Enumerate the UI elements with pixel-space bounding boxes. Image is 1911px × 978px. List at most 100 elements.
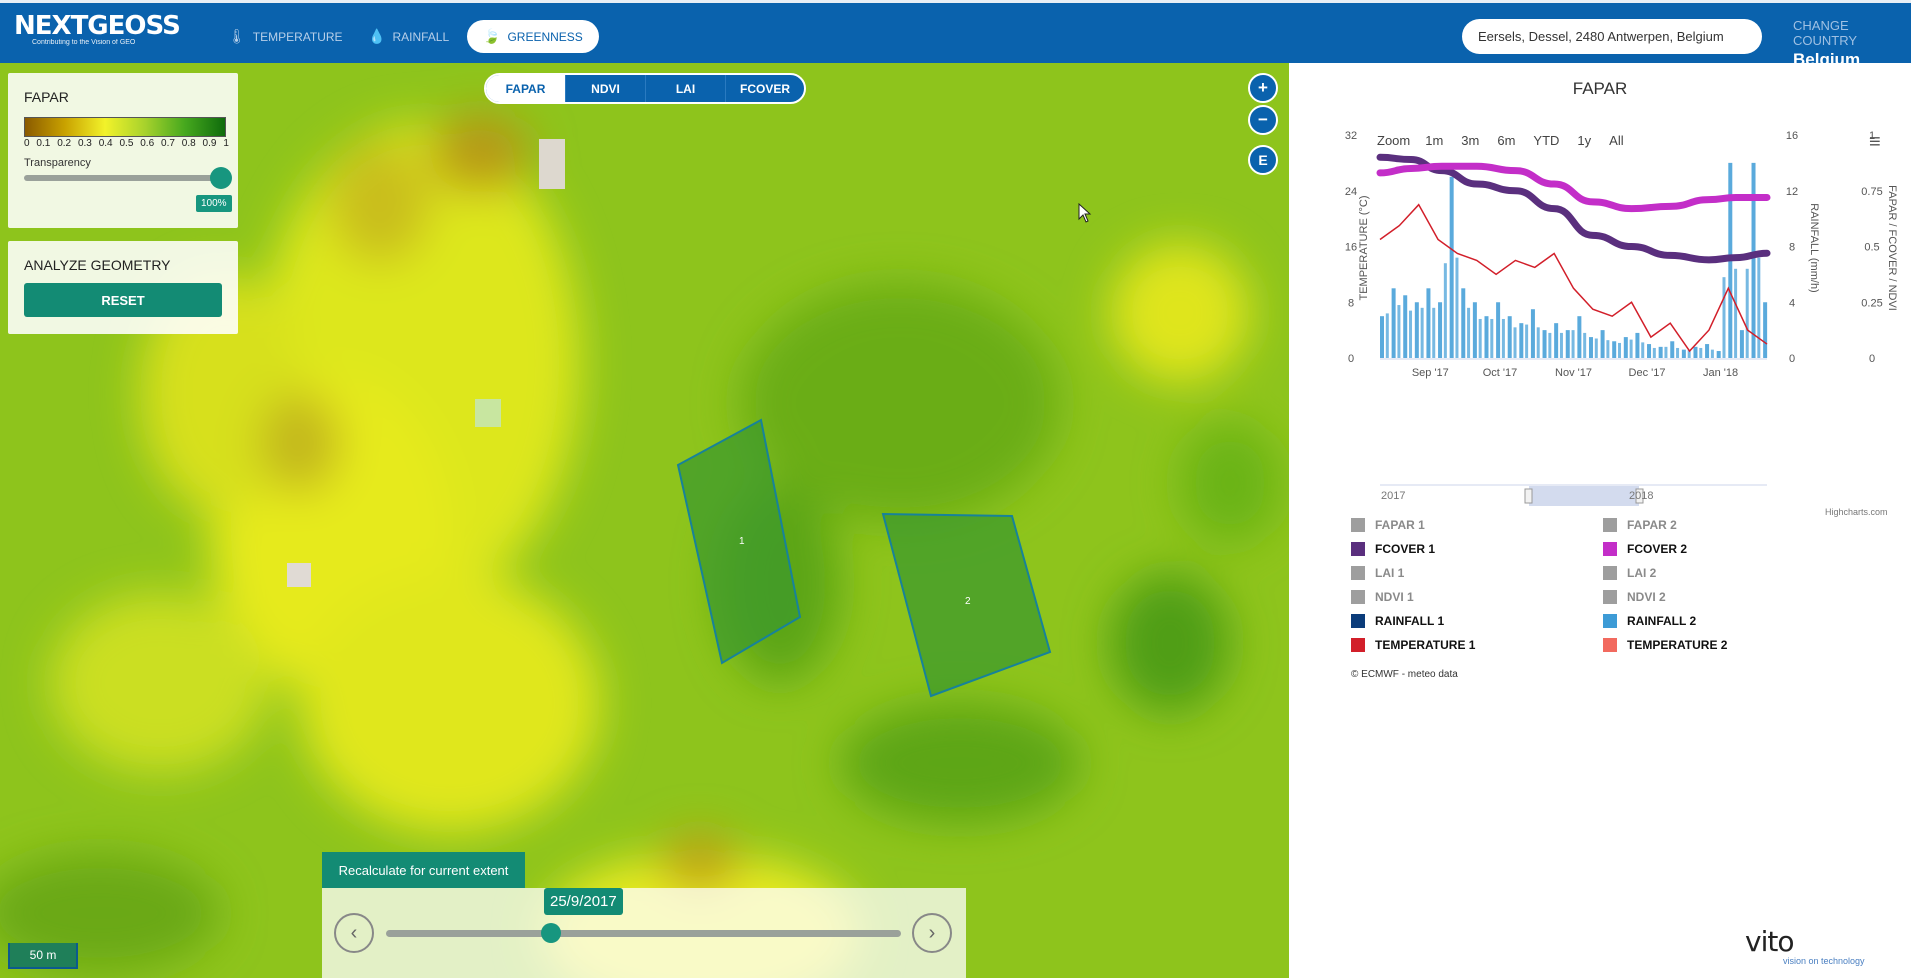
legend-swatch (1603, 638, 1617, 652)
chevron-left-icon: ‹ (350, 921, 358, 944)
temperature-tick-label: 0 (1348, 353, 1354, 365)
transparency-slider-handle[interactable] (210, 167, 232, 189)
recalculate-button[interactable]: Recalculate for current extent (322, 852, 525, 888)
rainfall-bar (1588, 337, 1593, 358)
rainfall-bar (1623, 337, 1628, 358)
zoom-in-button[interactable]: + (1248, 73, 1278, 103)
rainfall-bar (1600, 330, 1605, 358)
temperature-tick-label: 32 (1345, 130, 1357, 142)
rainfall-bar (1664, 346, 1668, 358)
copyright-note: © ECMWF - meteo data (1351, 669, 1458, 680)
rainfall-bar (1548, 332, 1552, 358)
tab-fcover[interactable]: FCOVER (726, 75, 804, 102)
logo-text: NEXTGEOSS (14, 11, 181, 41)
legend-item-fapar-2[interactable]: FAPAR 2 (1603, 518, 1677, 532)
rainfall-bar (1420, 307, 1424, 358)
rainfall-bar (1583, 332, 1587, 358)
legend-item-ndvi-1[interactable]: NDVI 1 (1351, 590, 1414, 604)
legend-item-lai-2[interactable]: LAI 2 (1603, 566, 1656, 580)
legend-tick: 0.8 (181, 138, 196, 149)
legend-swatch (1603, 542, 1617, 556)
rainfall-bar (1652, 347, 1656, 358)
time-series-chart: 0 8 16 24 32 0 4 8 12 16 0 0.25 0.5 0.75 1 TEMPERATURE … (1345, 130, 1898, 506)
rainfall-axis-title: RAINFALL (mm/h) (1808, 203, 1820, 292)
previous-date-button[interactable]: ‹ (334, 913, 374, 953)
legend-item-fcover-2[interactable]: FCOVER 2 (1603, 542, 1687, 556)
legend-swatch (1351, 590, 1365, 604)
highcharts-credit[interactable]: Highcharts.com (1825, 507, 1888, 517)
rainfall-bar (1438, 302, 1443, 358)
legend-item-lai-1[interactable]: LAI 1 (1351, 566, 1404, 580)
time-slider-track[interactable] (386, 930, 901, 937)
time-slider-handle[interactable] (540, 923, 561, 943)
tab-rainfall-label: RAINFALL (392, 29, 450, 44)
rainfall-tick-label: 16 (1786, 130, 1798, 142)
fcover-1-line (1376, 153, 1771, 264)
rainfall-bar (1757, 257, 1761, 358)
rainfall-bar (1519, 323, 1524, 358)
rainfall-tick-label: 0 (1789, 353, 1795, 365)
legend-item-rainfall-2[interactable]: RAINFALL 2 (1603, 614, 1696, 628)
next-date-button[interactable]: › (912, 913, 952, 953)
rainfall-bar (1432, 307, 1436, 358)
legend-item-ndvi-2[interactable]: NDVI 2 (1603, 590, 1666, 604)
rainfall-bar (1478, 318, 1482, 358)
map-view[interactable]: 1 2 FAPAR 0 0.1 0.2 0.3 0.4 0.5 0.6 0.7 0.8 0.9 1 … (0, 63, 1289, 978)
transparency-slider[interactable] (24, 167, 232, 189)
rainfall-bar (1745, 268, 1749, 358)
rainfall-bar (1461, 288, 1466, 358)
legend-swatch (1351, 638, 1365, 652)
navigator-label: 2017 (1381, 490, 1405, 502)
tab-temperature[interactable]: 🌡 TEMPERATURE (212, 20, 359, 53)
legend-item-temperature-1[interactable]: TEMPERATURE 1 (1351, 638, 1475, 652)
rainfall-bar (1722, 277, 1726, 358)
scale-bar: 50 m (8, 943, 78, 969)
tab-rainfall[interactable]: 💧 RAINFALL (352, 20, 465, 53)
legend-item-temperature-2[interactable]: TEMPERATURE 2 (1603, 638, 1727, 652)
legend-swatch (1603, 518, 1617, 532)
legend-label: RAINFALL 2 (1627, 614, 1697, 628)
tab-fapar[interactable]: FAPAR (486, 75, 566, 102)
legend-tick: 0.5 (119, 138, 134, 149)
location-search-input[interactable]: Eersels, Dessel, 2480 Antwerpen, Belgium (1462, 19, 1762, 54)
rainfall-bar (1612, 341, 1617, 358)
rainfall-bar (1536, 327, 1540, 358)
x-tick-label: Oct '17 (1483, 367, 1518, 379)
rainfall-bar (1414, 302, 1419, 358)
legend-item-fcover-1[interactable]: FCOVER 1 (1351, 542, 1435, 556)
tab-greenness[interactable]: 🍃 GREENNESS (467, 20, 599, 53)
rainfall-bar (1635, 332, 1640, 358)
nextgeoss-logo[interactable]: NEXTGEOSS Contributing to the Vision of … (14, 11, 181, 46)
tab-lai[interactable]: LAI (646, 75, 726, 102)
rainfall-bar (1571, 330, 1575, 358)
rainfall-bar (1670, 341, 1675, 358)
rainfall-bar (1681, 349, 1686, 358)
extent-button[interactable]: E (1248, 145, 1278, 175)
tab-greenness-label: GREENNESS (507, 29, 583, 44)
rainfall-tick-label: 4 (1789, 297, 1795, 309)
reset-button[interactable]: RESET (24, 283, 222, 317)
legend-label: NDVI 2 (1627, 590, 1666, 604)
mouse-cursor-icon (1078, 203, 1092, 223)
legend-tick: 0.3 (77, 138, 92, 149)
zoom-out-button[interactable]: − (1248, 105, 1278, 135)
rainfall-bar (1455, 257, 1459, 358)
legend-label: RAINFALL 1 (1375, 614, 1445, 628)
legend-item-fapar-1[interactable]: FAPAR 1 (1351, 518, 1425, 532)
legend-label: LAI 1 (1375, 566, 1405, 580)
legend-item-rainfall-1[interactable]: RAINFALL 1 (1351, 614, 1444, 628)
rainfall-tick-label: 12 (1786, 186, 1798, 198)
tab-ndvi[interactable]: NDVI (566, 75, 646, 102)
rainfall-bar (1403, 295, 1408, 358)
rainfall-bar (1751, 162, 1756, 358)
index-tick-label: 0.75 (1861, 186, 1882, 198)
index-tick-label: 1 (1869, 130, 1875, 142)
tab-temperature-label: TEMPERATURE (252, 29, 343, 44)
rainfall-bar (1449, 176, 1454, 358)
legend-tick: 0.1 (36, 138, 51, 149)
change-country-label: CHANGE COUNTRY (1793, 18, 1858, 48)
polygon-1-label: 1 (739, 536, 745, 547)
rainfall-bar (1542, 330, 1547, 358)
rainfall-bar (1443, 263, 1447, 358)
legend-label: FCOVER 2 (1627, 542, 1688, 556)
